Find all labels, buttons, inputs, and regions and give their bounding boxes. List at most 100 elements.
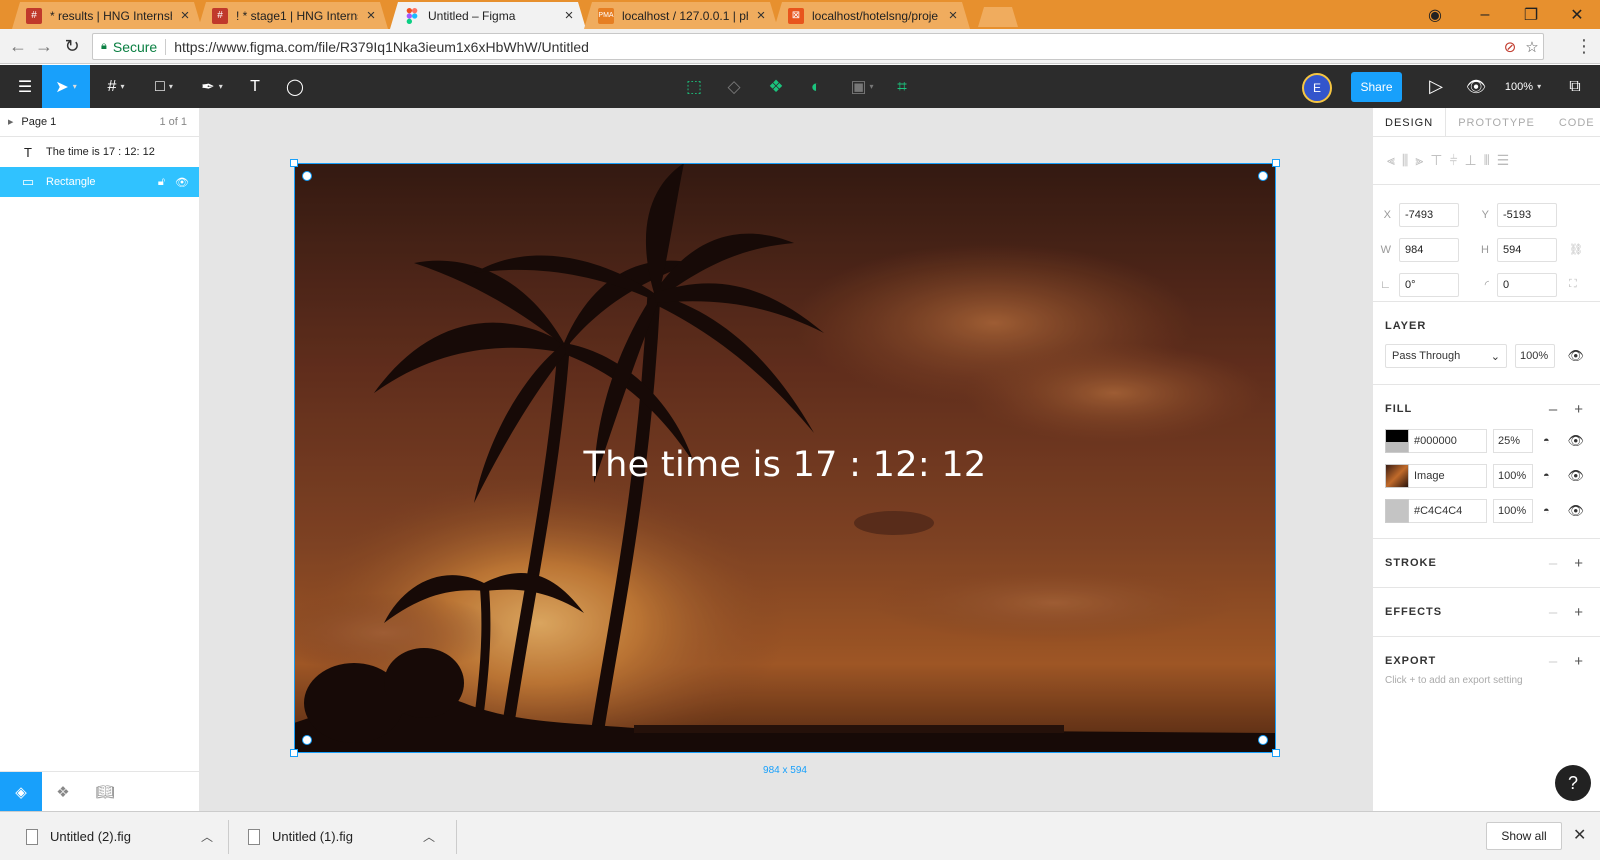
distribute-vertical-icon[interactable]: ☰ <box>1497 152 1510 169</box>
visibility-eye-icon[interactable]: 👁︎ <box>1567 348 1584 364</box>
image-thumbnail[interactable] <box>1385 463 1409 488</box>
address-bar[interactable]: 🔒︎ Secure https://www.figma.com/file/R37… <box>92 33 1544 60</box>
layer-item-rectangle[interactable]: ▭ Rectangle 🔓︎ 👁︎ <box>0 167 199 197</box>
corner-radius-handle[interactable] <box>1258 171 1268 181</box>
visibility-eye-icon[interactable]: 👁︎ <box>1567 468 1584 484</box>
menu-dots-icon[interactable]: ⋮ <box>1572 34 1596 58</box>
resize-handle-ne[interactable] <box>1272 159 1280 167</box>
visibility-eye-icon[interactable]: 👁︎ <box>175 176 189 189</box>
close-icon[interactable]: ✕ <box>1573 825 1586 845</box>
new-tab-button[interactable] <box>978 7 1018 27</box>
align-left-icon[interactable]: ⫷ <box>1387 152 1395 169</box>
component-icon[interactable]: ❖ <box>762 65 790 108</box>
align-center-horizontal-icon[interactable]: ⫼ <box>1402 152 1408 169</box>
download-item[interactable]: Untitled (2).fig ︿ <box>26 812 216 860</box>
tab-design[interactable]: DESIGN <box>1373 108 1447 137</box>
hamburger-menu-icon[interactable]: ☰ <box>8 65 42 108</box>
view-eye-icon[interactable]: 👁︎ <box>1460 65 1492 108</box>
unlock-icon[interactable]: 🔓︎ <box>158 176 165 189</box>
frame-tool-icon[interactable]: # ▾ <box>94 65 138 108</box>
blocked-camera-icon[interactable]: ⊘ <box>1499 38 1521 56</box>
back-icon[interactable]: ← <box>6 34 30 58</box>
fill-opacity-field[interactable]: 25% <box>1493 428 1533 453</box>
avatar[interactable]: E <box>1302 73 1332 103</box>
browser-tab[interactable]: ⊠ localhost/hotelsng/proje × <box>774 2 970 29</box>
profile-icon[interactable]: ◉ <box>1412 0 1458 29</box>
code-view-icon[interactable]: ⧉ <box>1558 65 1592 108</box>
distribute-horizontal-icon[interactable]: ⫴ <box>1484 152 1490 169</box>
minus-icon[interactable]: – <box>1549 401 1558 418</box>
chevron-up-icon[interactable]: ︿ <box>201 828 213 845</box>
close-tab-icon[interactable]: × <box>946 7 960 24</box>
y-field[interactable]: -5193 <box>1497 202 1557 227</box>
constrain-proportions-icon[interactable]: ⛓︎ <box>1569 243 1583 256</box>
download-item[interactable]: Untitled (1).fig ︿ <box>248 812 438 860</box>
show-all-button[interactable]: Show all <box>1486 822 1562 850</box>
layer-opacity-field[interactable]: 100% <box>1515 344 1555 368</box>
browser-tab[interactable]: PMA localhost / 127.0.0.1 | ph × <box>584 2 778 29</box>
close-tab-icon[interactable]: × <box>562 7 576 24</box>
mask-icon[interactable]: ◐ <box>802 65 830 108</box>
text-tool-icon[interactable]: T <box>238 65 272 108</box>
fill-row[interactable]: Image 100% ◓ 👁︎ <box>1385 458 1584 493</box>
canvas[interactable]: The time is 17 : 12: 12 984 x 594 <box>200 108 1372 811</box>
fill-opacity-field[interactable]: 100% <box>1493 498 1533 523</box>
comment-tool-icon[interactable]: ◯ <box>278 65 312 108</box>
maximize-icon[interactable]: ❐ <box>1508 0 1554 29</box>
close-tab-icon[interactable]: × <box>178 7 192 24</box>
align-right-icon[interactable]: ⫸ <box>1415 152 1423 169</box>
resize-handle-nw[interactable] <box>290 159 298 167</box>
move-tool-icon[interactable]: ➤ ▾ <box>42 65 90 108</box>
radius-field[interactable]: 0 <box>1497 272 1557 297</box>
share-button[interactable]: Share <box>1351 72 1402 102</box>
pen-tool-icon[interactable]: ✒ ▾ <box>190 65 234 108</box>
layer-item-text[interactable]: T The time is 17 : 12: 12 <box>0 137 199 167</box>
visibility-eye-icon[interactable]: 👁︎ <box>1567 503 1584 519</box>
fill-type-label[interactable]: Image <box>1409 463 1487 488</box>
align-top-icon[interactable]: ⊤ <box>1430 152 1442 169</box>
forward-icon[interactable]: → <box>32 34 56 58</box>
chevron-up-icon[interactable]: ︿ <box>423 828 435 845</box>
blend-drop-icon[interactable]: ◓ <box>1543 505 1550 517</box>
browser-tab[interactable]: # * results | HNG Internship × <box>12 2 202 29</box>
crop-icon[interactable]: ⌗ <box>888 65 916 108</box>
window-close-icon[interactable]: ✕ <box>1554 0 1600 29</box>
align-bottom-icon[interactable]: ⊥ <box>1465 152 1477 169</box>
height-field[interactable]: 594 <box>1497 237 1557 262</box>
color-swatch[interactable] <box>1385 498 1409 523</box>
fill-hex-field[interactable]: #C4C4C4 <box>1409 498 1487 523</box>
layers-icon[interactable]: ◈ <box>0 772 42 812</box>
present-play-icon[interactable]: ▷ <box>1420 65 1452 108</box>
width-field[interactable]: 984 <box>1399 237 1459 262</box>
components-icon[interactable]: ❖ <box>42 772 84 812</box>
minimize-icon[interactable]: – <box>1462 0 1508 29</box>
plus-icon[interactable]: + <box>1574 604 1584 621</box>
help-button[interactable]: ? <box>1555 765 1591 801</box>
close-tab-icon[interactable]: × <box>754 7 768 24</box>
url-text[interactable]: https://www.figma.com/file/R379Iq1Nka3ie… <box>174 39 1499 55</box>
rotation-field[interactable]: 0° <box>1399 272 1459 297</box>
align-middle-vertical-icon[interactable]: ⫩ <box>1449 152 1457 169</box>
library-book-icon[interactable]: 📖︎ <box>84 772 126 812</box>
browser-tab-active[interactable]: Untitled – Figma × <box>390 2 586 29</box>
rectangle-tool-icon[interactable]: □ ▾ <box>142 65 186 108</box>
fill-row[interactable]: #C4C4C4 100% ◓ 👁︎ <box>1385 493 1584 528</box>
blend-drop-icon[interactable]: ◓ <box>1543 470 1550 482</box>
resize-handle-se[interactable] <box>1272 749 1280 757</box>
visibility-eye-icon[interactable]: 👁︎ <box>1567 433 1584 449</box>
plus-icon[interactable]: + <box>1574 401 1584 418</box>
blend-drop-icon[interactable]: ◓ <box>1543 435 1550 447</box>
color-swatch[interactable] <box>1385 428 1409 453</box>
scale-tool-icon[interactable]: ⬚ <box>680 65 708 108</box>
independent-corners-icon[interactable]: ⛶ <box>1569 278 1577 291</box>
plus-icon[interactable]: + <box>1574 555 1584 572</box>
corner-radius-handle[interactable] <box>1258 735 1268 745</box>
plus-icon[interactable]: + <box>1574 653 1584 670</box>
fill-row[interactable]: #000000 25% ◓ 👁︎ <box>1385 423 1584 458</box>
reload-icon[interactable]: ↻ <box>60 34 84 58</box>
close-tab-icon[interactable]: × <box>364 7 378 24</box>
browser-tab[interactable]: # ! * stage1 | HNG Internsh × <box>198 2 388 29</box>
tab-code[interactable]: CODE <box>1547 108 1600 137</box>
tab-prototype[interactable]: PROTOTYPE <box>1446 108 1547 137</box>
zoom-dropdown[interactable]: 100% ▾ <box>1500 65 1546 108</box>
